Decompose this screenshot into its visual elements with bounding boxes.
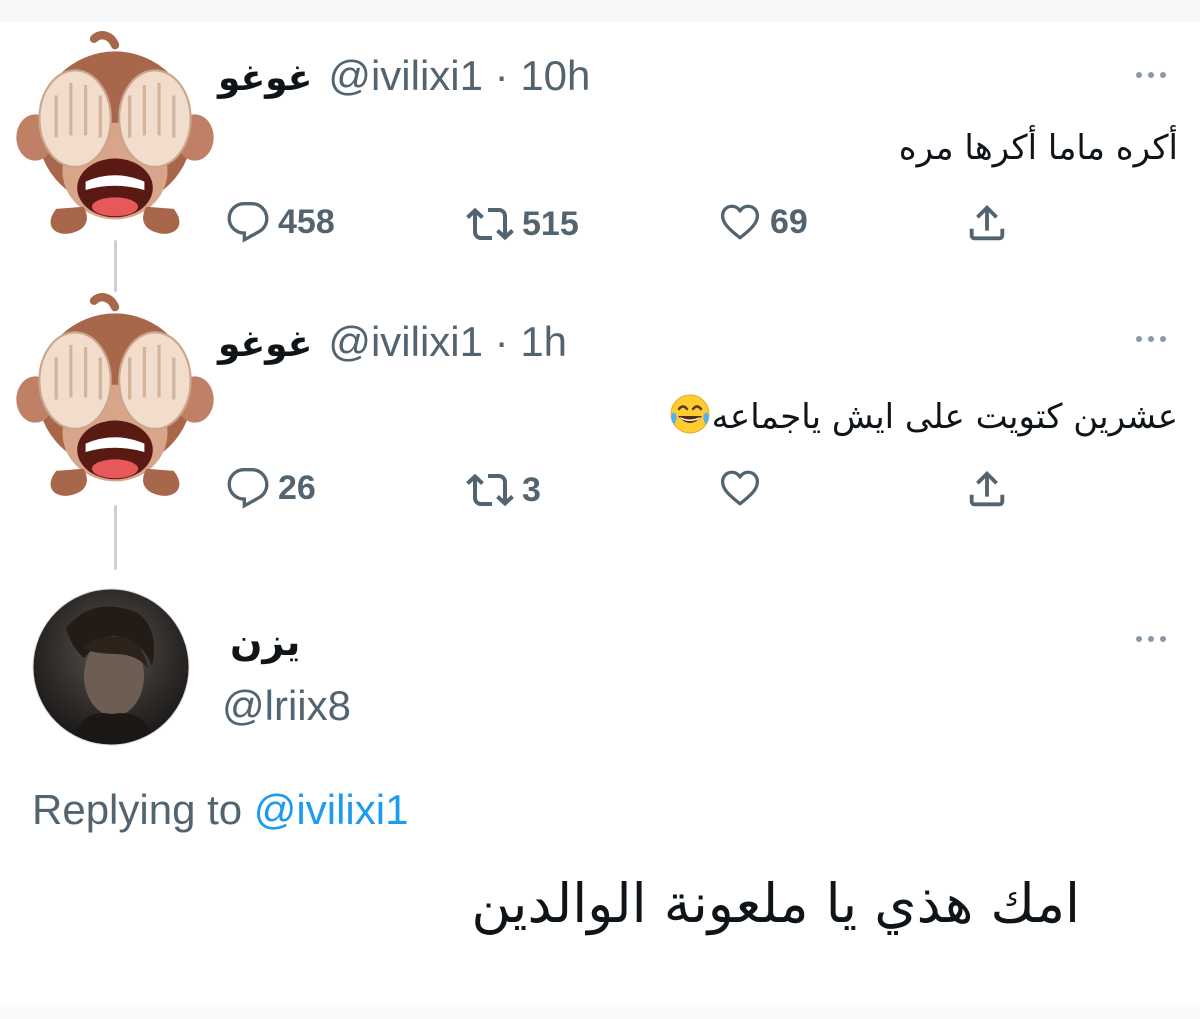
retweet-icon xyxy=(466,200,514,248)
like-count: 69 xyxy=(770,202,808,241)
tweet-actions: 26 3 xyxy=(226,466,1046,526)
retweet-button[interactable]: 3 xyxy=(466,466,541,514)
like-button[interactable] xyxy=(718,466,770,510)
share-icon xyxy=(964,200,1010,246)
like-button[interactable]: 69 xyxy=(718,200,808,244)
display-name[interactable]: غوغو xyxy=(218,324,312,365)
tweet-header: غوغو @ivilixi1 · 1h xyxy=(218,318,567,366)
face-with-tears-of-joy-icon xyxy=(668,392,712,445)
more-icon[interactable] xyxy=(1130,630,1172,648)
retweet-icon xyxy=(466,466,514,514)
tweet-text: عشرين كتويت على ايش ياجماعه xyxy=(668,392,1178,445)
reply-count: 458 xyxy=(278,202,335,241)
timestamp[interactable]: 10h xyxy=(520,52,590,99)
separator: · xyxy=(494,52,509,99)
more-icon[interactable] xyxy=(1130,66,1172,84)
like-icon xyxy=(718,466,762,510)
tweet-handle-time: @ivilixi1 · 1h xyxy=(328,318,567,366)
share-button[interactable] xyxy=(964,466,1010,512)
display-name[interactable]: غوغو xyxy=(218,58,312,99)
display-name[interactable]: يزن xyxy=(230,620,300,664)
avatar[interactable] xyxy=(10,292,220,507)
see-no-evil-monkey-icon xyxy=(10,292,220,507)
retweet-count: 515 xyxy=(522,204,579,243)
like-icon xyxy=(718,200,762,244)
top-strip xyxy=(0,0,1200,22)
tweet-text-content: عشرين كتويت على ايش ياجماعه xyxy=(711,397,1178,437)
tweet-handle-time: @ivilixi1 · 10h xyxy=(328,52,590,100)
profile-photo xyxy=(32,588,190,746)
avatar[interactable] xyxy=(10,30,220,245)
retweet-button[interactable]: 515 xyxy=(466,200,579,248)
handle[interactable]: @ivilixi1 xyxy=(328,52,483,99)
reply-button[interactable]: 26 xyxy=(226,466,316,510)
reply-text: امك هذي يا ملعونة الوالدين xyxy=(471,872,1080,935)
reply-icon xyxy=(226,466,270,510)
share-button[interactable] xyxy=(964,200,1010,246)
share-icon xyxy=(964,466,1010,512)
timestamp[interactable]: 1h xyxy=(520,318,567,365)
separator: · xyxy=(494,318,509,365)
handle[interactable]: @ivilixi1 xyxy=(328,318,483,365)
reply-icon xyxy=(226,200,270,244)
reply-button[interactable]: 458 xyxy=(226,200,335,244)
replying-mention[interactable]: @ivilixi1 xyxy=(254,786,409,833)
tweet-text-content: أكره ماما أكرها مره xyxy=(898,128,1178,168)
more-icon[interactable] xyxy=(1130,330,1172,348)
handle[interactable]: @lriix8 xyxy=(222,682,351,730)
replying-to: Replying to @ivilixi1 xyxy=(32,786,408,834)
retweet-count: 3 xyxy=(522,470,541,509)
tweet-header: غوغو @ivilixi1 · 10h xyxy=(218,52,590,100)
tweet-text: أكره ماما أكرها مره xyxy=(899,128,1178,168)
see-no-evil-monkey-icon xyxy=(10,30,220,245)
reply-count: 26 xyxy=(278,468,316,507)
thread-line xyxy=(114,505,117,570)
avatar[interactable] xyxy=(32,588,190,746)
thread-line xyxy=(114,240,117,292)
bottom-strip xyxy=(0,1005,1200,1019)
replying-label: Replying to xyxy=(32,786,243,833)
tweet-actions: 458 515 69 xyxy=(226,200,1046,260)
